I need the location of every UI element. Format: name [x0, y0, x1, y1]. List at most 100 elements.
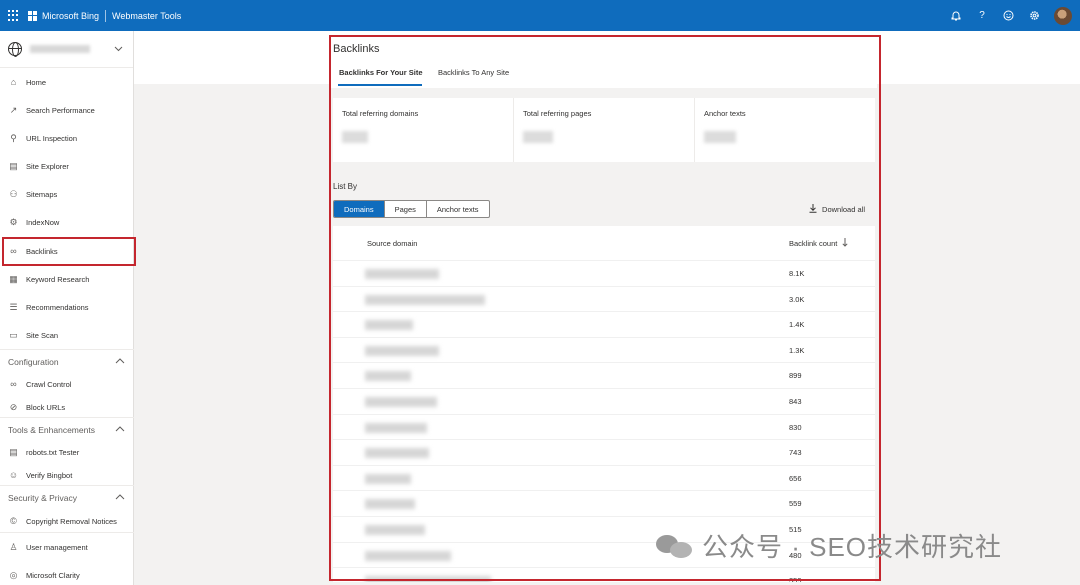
chevron-down-icon[interactable]	[114, 44, 123, 54]
sidebar-item-microsoft-clarity[interactable]: ◎ Microsoft Clarity	[0, 564, 134, 585]
avatar[interactable]	[1054, 6, 1072, 25]
table-row[interactable]: 656	[333, 464, 875, 491]
sidebar-section-title: Security & Privacy	[8, 493, 77, 503]
sidebar-item-url-inspection[interactable]: ⚲ URL Inspection	[0, 127, 134, 149]
tab-backlinks-to-any-site[interactable]: Backlinks To Any Site	[438, 68, 509, 77]
sidebar-item-indexnow[interactable]: ⚙ IndexNow	[0, 211, 134, 233]
table-row[interactable]: 3.0K	[333, 285, 875, 312]
user-icon: ♙	[9, 541, 18, 552]
stat-label: Anchor texts	[704, 109, 746, 118]
help-icon[interactable]: ?	[976, 10, 988, 22]
sidebar-item-label: User management	[26, 542, 88, 552]
copyright-icon: ©	[10, 516, 17, 526]
source-domain-redacted	[365, 525, 425, 535]
stat-total-referring-pages: Total referring pages	[514, 98, 695, 162]
segment-pages[interactable]: Pages	[385, 201, 427, 217]
table-row[interactable]: 743	[333, 439, 875, 465]
sidebar-item-recommendations[interactable]: ☰ Recommendations	[0, 296, 134, 318]
sidebar-item-copyright-removal-notices[interactable]: © Copyright Removal Notices	[0, 510, 134, 532]
sidebar-item-label: Site Explorer	[26, 161, 69, 171]
sidebar-item-site-scan[interactable]: ▭ Site Scan	[0, 324, 134, 346]
source-domain-redacted	[365, 320, 413, 331]
table-row[interactable]: 559	[333, 490, 875, 516]
sidebar-item-label: Crawl Control	[26, 379, 72, 389]
segment-anchor-texts[interactable]: Anchor texts	[427, 201, 489, 217]
table-row[interactable]: 830	[333, 413, 875, 440]
block-icon: ⊘	[9, 401, 18, 412]
backlink-count: 743	[789, 448, 802, 458]
bell-icon[interactable]	[950, 10, 962, 22]
watermark-text: 公众号 · SEO技术研究社	[702, 532, 1003, 562]
sidebar-item-label: Microsoft Clarity	[26, 570, 80, 580]
sidebar-item-label: Home	[26, 77, 47, 87]
backlinks-header: Backlinks Backlinks For Your Site Backli…	[331, 37, 877, 88]
backlink-count: 559	[789, 499, 802, 509]
stat-label: Total referring pages	[523, 109, 592, 118]
search-icon: ⚲	[10, 132, 17, 143]
sidebar-item-block-urls[interactable]: ⊘ Block URLs	[0, 396, 134, 418]
sidebar-item-home[interactable]: ⌂ Home	[0, 71, 134, 93]
sidebar-item-label: Search Performance	[26, 105, 95, 115]
product-name[interactable]: Webmaster Tools	[112, 11, 181, 21]
sidebar-item-verify-bingbot[interactable]: ☺ Verify Bingbot	[0, 464, 134, 486]
sidebar-item-label: Site Scan	[26, 330, 59, 340]
robots-icon: ▤	[9, 446, 18, 457]
source-domain-redacted	[365, 371, 411, 382]
source-domain-redacted	[365, 550, 451, 561]
sidebar-item-label: Copyright Removal Notices	[26, 516, 117, 526]
backlink-count: 3.0K	[789, 294, 805, 304]
smiley-icon[interactable]	[1002, 10, 1014, 22]
download-all-button[interactable]: Download all	[809, 204, 865, 215]
column-header-source-domain[interactable]: Source domain	[367, 226, 417, 260]
source-domain-redacted	[365, 499, 415, 510]
gear-icon[interactable]	[1028, 10, 1040, 22]
site-picker[interactable]	[0, 31, 133, 68]
crawl-icon: ∞	[10, 379, 17, 389]
table-row[interactable]: 359	[333, 567, 875, 582]
chevron-up-icon[interactable]	[115, 356, 125, 366]
sidebar-item-search-performance[interactable]: ↗ Search Performance	[0, 99, 134, 121]
table-row[interactable]: 8.1K	[333, 260, 875, 286]
chevron-up-icon[interactable]	[115, 424, 125, 434]
chevron-up-icon[interactable]	[115, 492, 125, 502]
indexnow-icon: ⚙	[9, 216, 18, 227]
sidebar-item-sitemaps[interactable]: ⚇ Sitemaps	[0, 183, 134, 205]
table-row[interactable]: 1.4K	[333, 311, 875, 337]
clarity-icon: ◎	[9, 569, 18, 580]
scan-icon: ▭	[9, 329, 18, 340]
sidebar-section-tools-enhancements[interactable]: Tools & Enhancements	[0, 421, 134, 439]
sidebar-section-title: Configuration	[8, 357, 59, 367]
sidebar-item-keyword-research[interactable]: ▦ Keyword Research	[0, 268, 134, 290]
sidebar-item-user-management[interactable]: ♙ User management	[0, 536, 134, 558]
table-row[interactable]: 1.3K	[333, 336, 875, 363]
source-domain-redacted	[365, 345, 439, 356]
source-domain-redacted	[365, 269, 439, 279]
table-row[interactable]: 843	[333, 388, 875, 414]
stat-anchor-texts: Anchor texts	[695, 98, 875, 162]
brand-name[interactable]: Microsoft Bing	[42, 11, 99, 21]
bot-icon: ☺	[8, 470, 19, 480]
sitemap-icon: ⚇	[9, 188, 18, 199]
sidebar-item-robots-txt-tester[interactable]: ▤ robots.txt Tester	[0, 441, 134, 463]
backlink-count: 8.1K	[789, 269, 805, 278]
sidebar-item-label: Verify Bingbot	[26, 470, 73, 480]
sidebar-item-label: IndexNow	[26, 217, 60, 227]
segment-domains[interactable]: Domains	[334, 201, 385, 217]
sidebar-section-security-privacy[interactable]: Security & Privacy	[0, 489, 134, 507]
sidebar-divider	[0, 349, 134, 350]
sidebar-item-crawl-control[interactable]: ∞ Crawl Control	[0, 373, 134, 395]
tab-backlinks-for-your-site[interactable]: Backlinks For Your Site	[339, 68, 423, 77]
sort-descending-icon	[842, 237, 848, 249]
table-row[interactable]: 899	[333, 362, 875, 388]
sidebar-divider	[0, 417, 134, 418]
column-header-label: Backlink count	[789, 238, 838, 248]
source-domain-redacted	[365, 397, 437, 407]
app-launcher-icon[interactable]	[8, 9, 20, 22]
sidebar-item-site-explorer[interactable]: ▤ Site Explorer	[0, 155, 134, 177]
backlink-count: 843	[789, 397, 802, 406]
home-icon: ⌂	[10, 77, 17, 87]
backlink-count: 359	[789, 576, 802, 582]
column-header-backlink-count[interactable]: Backlink count	[789, 226, 848, 260]
sidebar-item-label: Block URLs	[26, 402, 66, 412]
sidebar-section-configuration[interactable]: Configuration	[0, 353, 134, 371]
